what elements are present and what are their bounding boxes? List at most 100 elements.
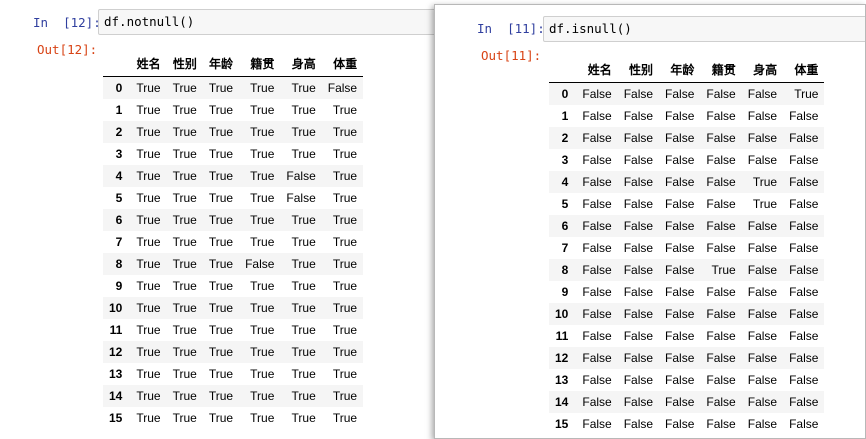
table-row: 12 True True True True True True bbox=[103, 340, 364, 363]
row-index: 12 bbox=[109, 344, 123, 359]
row-index: 0 bbox=[115, 80, 123, 95]
table-cell: True bbox=[208, 80, 234, 95]
row-index: 14 bbox=[109, 388, 123, 403]
row-index: 11 bbox=[555, 328, 569, 343]
row-index: 3 bbox=[561, 152, 569, 167]
table-cell: False bbox=[286, 168, 316, 183]
table-cell: False bbox=[789, 240, 819, 255]
table-cell: True bbox=[752, 174, 778, 189]
table-row: 5 False False False False True False bbox=[549, 192, 825, 215]
table-cell: True bbox=[208, 322, 234, 337]
table-cell: False bbox=[747, 306, 778, 321]
table-cell: False bbox=[582, 350, 612, 365]
table-cell: True bbox=[250, 80, 275, 95]
table-row: 9 False False False False False False bbox=[549, 280, 825, 303]
table-cell: True bbox=[208, 388, 234, 403]
table-row: 13 True True True True True True bbox=[103, 362, 364, 385]
out-prompt-11: Out[11]: bbox=[481, 48, 542, 63]
column-header: 姓名 bbox=[130, 52, 167, 77]
table-cell: False bbox=[665, 218, 695, 233]
table-cell: True bbox=[172, 410, 197, 425]
header-row: 姓名 性别 年龄 籍贯 身高 体重 bbox=[549, 58, 825, 83]
column-header: 性别 bbox=[166, 52, 203, 77]
table-cell: True bbox=[291, 366, 316, 381]
table-cell: True bbox=[208, 234, 234, 249]
table-cell: False bbox=[665, 262, 695, 277]
table-cell: True bbox=[250, 366, 275, 381]
table-cell: True bbox=[172, 212, 197, 227]
table-cell: False bbox=[623, 86, 654, 101]
table-cell: False bbox=[623, 306, 654, 321]
table-cell: False bbox=[582, 328, 612, 343]
code-input-notnull[interactable]: df.notnull() bbox=[98, 9, 443, 35]
table-cell: True bbox=[208, 212, 234, 227]
table-cell: True bbox=[208, 300, 234, 315]
table-cell: True bbox=[332, 322, 358, 337]
table-cell: True bbox=[136, 410, 161, 425]
table-cell: True bbox=[208, 278, 234, 293]
table-cell: False bbox=[582, 416, 612, 431]
table-cell: False bbox=[747, 130, 778, 145]
table-row: 4 False False False False True False bbox=[549, 170, 825, 193]
table-cell: True bbox=[172, 80, 197, 95]
header-row: 姓名 性别 年龄 籍贯 身高 体重 bbox=[103, 52, 364, 77]
table-row: 10 False False False False False False bbox=[549, 302, 825, 325]
table-cell: False bbox=[623, 394, 654, 409]
table-cell: False bbox=[623, 196, 654, 211]
table-cell: True bbox=[332, 146, 358, 161]
table-cell: False bbox=[665, 240, 695, 255]
table-cell: True bbox=[250, 410, 275, 425]
code-input-isnull[interactable]: df.isnull() bbox=[543, 16, 865, 42]
table-cell: False bbox=[623, 416, 654, 431]
table-cell: False bbox=[789, 350, 819, 365]
table-cell: False bbox=[747, 394, 778, 409]
row-index: 6 bbox=[115, 212, 123, 227]
table-cell: False bbox=[789, 394, 819, 409]
table-cell: True bbox=[136, 366, 161, 381]
table-cell: False bbox=[327, 80, 358, 95]
row-index: 13 bbox=[555, 372, 569, 387]
table-cell: False bbox=[665, 174, 695, 189]
table-cell: False bbox=[665, 416, 695, 431]
row-index: 10 bbox=[555, 306, 569, 321]
table-cell: False bbox=[665, 372, 695, 387]
row-index: 7 bbox=[561, 240, 569, 255]
table-row: 11 False False False False False False bbox=[549, 324, 825, 347]
table-cell: False bbox=[623, 108, 654, 123]
row-index: 8 bbox=[561, 262, 569, 277]
column-header: 性别 bbox=[617, 58, 660, 83]
table-row: 10 True True True True True True bbox=[103, 296, 364, 319]
table-row: 2 False False False False False False bbox=[549, 126, 825, 149]
out-prompt-12: Out[12]: bbox=[37, 42, 98, 57]
table-cell: False bbox=[665, 394, 695, 409]
table-cell: False bbox=[623, 240, 654, 255]
table-cell: True bbox=[291, 102, 316, 117]
table-cell: True bbox=[136, 278, 161, 293]
table-cell: True bbox=[172, 234, 197, 249]
table-cell: True bbox=[208, 146, 234, 161]
table-row: 2 True True True True True True bbox=[103, 120, 364, 143]
table-cell: False bbox=[665, 350, 695, 365]
row-index: 4 bbox=[561, 174, 569, 189]
row-index: 15 bbox=[555, 416, 569, 431]
row-index: 11 bbox=[109, 322, 123, 337]
table-cell: False bbox=[665, 108, 695, 123]
table-cell: True bbox=[250, 168, 275, 183]
table-row: 9 True True True True True True bbox=[103, 274, 364, 297]
table-cell: True bbox=[332, 278, 358, 293]
table-cell: False bbox=[582, 196, 612, 211]
table-cell: False bbox=[789, 108, 819, 123]
table-cell: False bbox=[582, 174, 612, 189]
table-cell: False bbox=[747, 108, 778, 123]
table-cell: False bbox=[582, 306, 612, 321]
table-row: 1 False False False False False False bbox=[549, 104, 825, 127]
table-cell: True bbox=[172, 344, 197, 359]
row-index: 3 bbox=[115, 146, 123, 161]
table-cell: True bbox=[332, 300, 358, 315]
index-header bbox=[549, 58, 577, 83]
table-cell: True bbox=[250, 300, 275, 315]
table-cell: True bbox=[291, 388, 316, 403]
index-header bbox=[103, 52, 131, 77]
table-body: 0 False False False False False True 1 False Fals… bbox=[549, 82, 825, 435]
table-cell: True bbox=[208, 410, 234, 425]
